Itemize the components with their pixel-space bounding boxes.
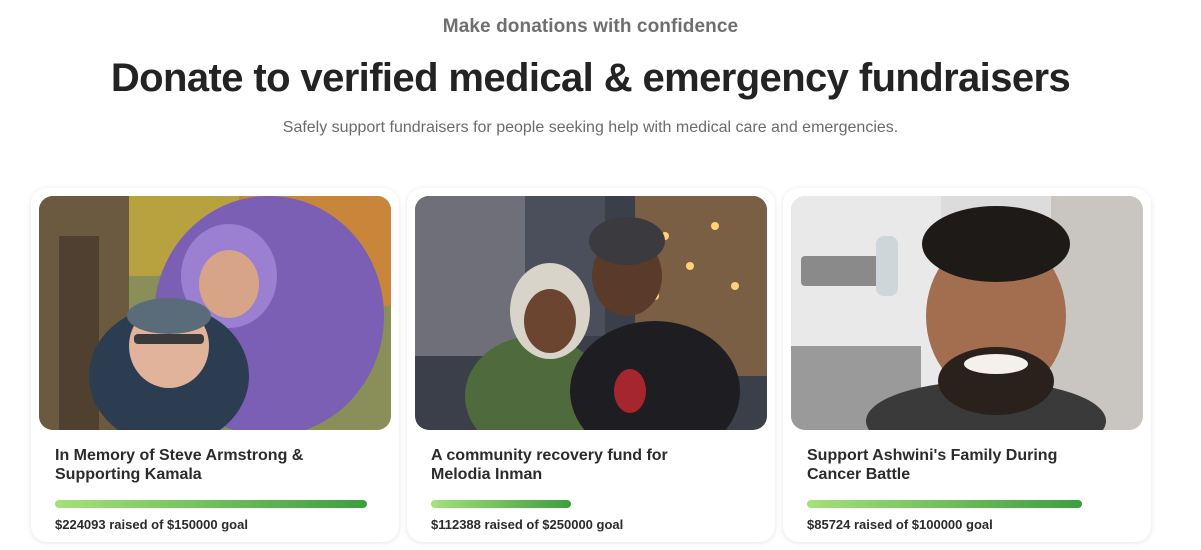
progress-fill bbox=[55, 500, 367, 508]
page-title: Donate to verified medical & emergency f… bbox=[110, 56, 1071, 100]
fundraiser-photo[interactable] bbox=[791, 196, 1143, 430]
fundraiser-card[interactable]: In Memory of Steve Armstrong & Supportin… bbox=[31, 188, 399, 542]
page-subtitle: Safely support fundraisers for people se… bbox=[282, 119, 899, 136]
fundraiser-card[interactable]: A community recovery fund for Melodia In… bbox=[407, 188, 775, 542]
progress-bar bbox=[807, 500, 1119, 508]
raised-amount: $112388 raised of $250000 goal bbox=[431, 517, 624, 532]
progress-fill bbox=[431, 500, 572, 508]
raised-amount: $85724 raised of $100000 goal bbox=[807, 517, 993, 532]
raised-amount: $224093 raised of $150000 goal bbox=[55, 517, 248, 532]
progress-bar bbox=[431, 500, 743, 508]
progress-bar bbox=[55, 500, 367, 508]
fundraiser-title[interactable]: Support Ashwini's Family During Cancer B… bbox=[807, 446, 1107, 484]
fundraiser-photo[interactable] bbox=[39, 196, 391, 430]
fundraiser-photo[interactable] bbox=[415, 196, 767, 430]
fundraiser-title[interactable]: In Memory of Steve Armstrong & Supportin… bbox=[55, 446, 355, 484]
eyebrow-text: Make donations with confidence bbox=[442, 16, 739, 37]
progress-fill bbox=[807, 500, 1082, 508]
fundraiser-card[interactable]: Support Ashwini's Family During Cancer B… bbox=[783, 188, 1151, 542]
fundraiser-title[interactable]: A community recovery fund for Melodia In… bbox=[431, 446, 731, 484]
